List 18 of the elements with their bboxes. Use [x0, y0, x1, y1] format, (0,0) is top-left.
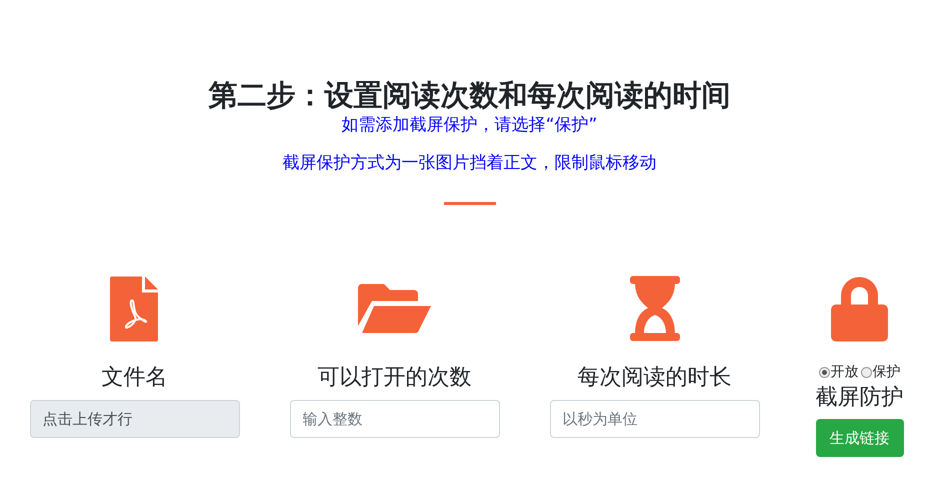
text-field[interactable]: 以秒为单位 [550, 400, 760, 438]
field-label: 每次阅读的时长 [578, 364, 732, 392]
step-heading: 第二步：设置阅读次数和每次阅读的时间 [208, 77, 730, 114]
radio-button[interactable] [818, 366, 830, 378]
field-label: 截屏防护 [816, 384, 904, 412]
radio-button[interactable] [860, 366, 872, 378]
radio-label: 开放 [830, 363, 858, 381]
lock-icon [831, 276, 888, 342]
note-text: 截屏保护方式为一张图片挡着正文，限制鼠标移动 [282, 152, 656, 174]
hourglass-icon [630, 276, 680, 342]
radio-label: 保护 [872, 363, 900, 381]
field-label: 可以打开的次数 [318, 364, 472, 392]
pdf-file-icon [110, 276, 160, 342]
field-label: 文件名 [102, 364, 168, 392]
folder-icon [358, 284, 431, 334]
text-field[interactable]: 输入整数 [290, 400, 500, 438]
note-text: 如需添加截屏保护，请选择“保护” [342, 114, 598, 136]
generate-link-button[interactable]: 生成链接 [816, 419, 904, 457]
